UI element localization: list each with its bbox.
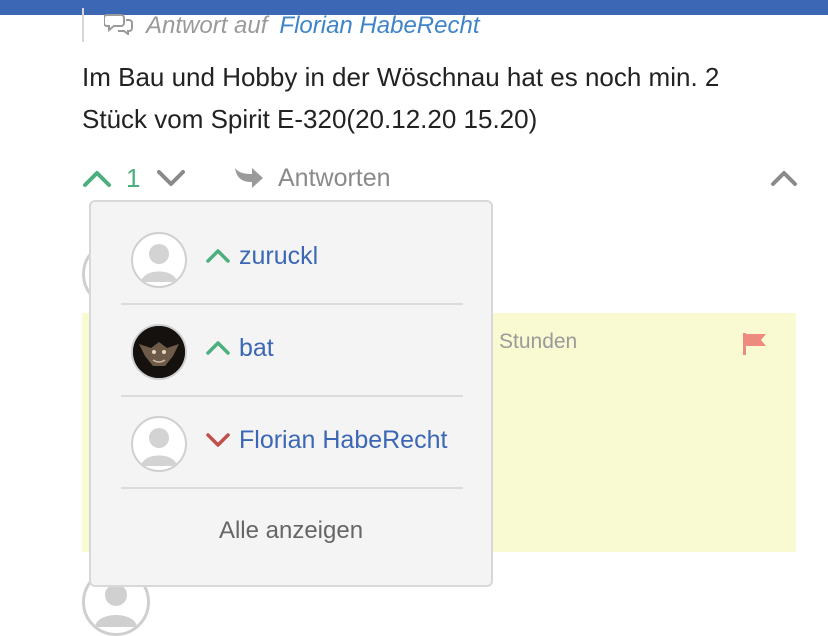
bat-photo-avatar xyxy=(131,324,187,380)
upvote-icon xyxy=(205,248,231,269)
default-avatar-icon xyxy=(131,232,187,288)
vote-count[interactable]: 1 xyxy=(126,160,140,196)
voter-item[interactable]: bat xyxy=(101,304,481,396)
comment-actions: 1 Antworten xyxy=(82,160,802,196)
default-avatar-icon xyxy=(131,416,187,472)
upvote-icon xyxy=(205,340,231,361)
reply-button[interactable]: Antworten xyxy=(278,160,391,196)
comment-icon xyxy=(103,11,134,42)
flag-icon[interactable] xyxy=(742,332,768,361)
voters-popover: zuruckl bat Florian HabeRecht Alle anzei… xyxy=(89,200,493,587)
voter-name[interactable]: zuruckl xyxy=(239,242,318,271)
downvote-icon xyxy=(205,432,231,453)
comment-text: Im Bau und Hobby in der Wöschnau hat es … xyxy=(82,62,720,134)
voter-item[interactable]: zuruckl xyxy=(101,212,481,304)
reply-arrow-icon[interactable] xyxy=(232,160,266,196)
voter-name[interactable]: Florian HabeRecht xyxy=(239,426,447,455)
collapse-chevron-icon[interactable] xyxy=(769,160,799,196)
voter-name[interactable]: bat xyxy=(239,334,274,363)
reply-thread-line xyxy=(82,8,84,42)
comment-timestamp: Stunden xyxy=(499,330,578,353)
show-all-button[interactable]: Alle anzeigen xyxy=(101,517,481,545)
downvote-button[interactable] xyxy=(156,160,186,196)
reply-to-header: Antwort auf Florian HabeRecht xyxy=(103,11,480,42)
voter-item[interactable]: Florian HabeRecht xyxy=(101,396,481,488)
upvote-button[interactable] xyxy=(82,160,112,196)
divider xyxy=(121,487,463,489)
reply-prefix: Antwort auf xyxy=(146,12,268,39)
reply-author-link[interactable]: Florian HabeRecht xyxy=(279,12,479,40)
